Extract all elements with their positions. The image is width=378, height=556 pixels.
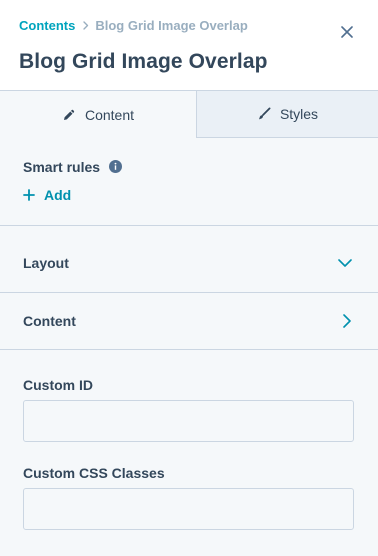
add-label: Add bbox=[44, 187, 72, 203]
tab-bar: Content Styles bbox=[0, 90, 378, 138]
page-title: Blog Grid Image Overlap bbox=[19, 50, 268, 73]
smart-rules-label: Smart rules bbox=[23, 159, 101, 175]
layout-section-toggle[interactable]: Layout bbox=[0, 235, 378, 291]
add-smart-rule-button[interactable]: Add bbox=[23, 186, 71, 204]
panel-header: Contents Blog Grid Image Overlap Blog Gr… bbox=[0, 0, 378, 90]
tab-content[interactable]: Content bbox=[0, 90, 197, 138]
custom-css-input[interactable] bbox=[23, 488, 354, 530]
tab-content-label: Content bbox=[84, 106, 135, 123]
chevron-down-icon bbox=[337, 255, 353, 271]
breadcrumb: Contents Blog Grid Image Overlap bbox=[19, 17, 248, 33]
brush-icon bbox=[257, 107, 271, 121]
info-icon[interactable] bbox=[109, 160, 122, 173]
custom-id-label: Custom ID bbox=[23, 377, 93, 393]
layout-section-label: Layout bbox=[23, 255, 69, 271]
breadcrumb-current: Blog Grid Image Overlap bbox=[95, 17, 248, 33]
chevron-right-icon bbox=[83, 20, 89, 30]
custom-css-label: Custom CSS Classes bbox=[23, 465, 165, 481]
pencil-icon bbox=[62, 108, 76, 122]
close-icon bbox=[341, 26, 353, 38]
close-button[interactable] bbox=[338, 23, 356, 41]
chevron-right-icon bbox=[339, 313, 355, 329]
divider bbox=[0, 225, 378, 226]
plus-icon bbox=[23, 189, 35, 201]
tab-styles-label: Styles bbox=[279, 106, 319, 122]
content-section-label: Content bbox=[23, 313, 76, 329]
divider bbox=[0, 349, 378, 350]
content-section-toggle[interactable]: Content bbox=[0, 293, 378, 349]
sidebar-panel: Contents Blog Grid Image Overlap Blog Gr… bbox=[0, 0, 378, 556]
custom-id-input[interactable] bbox=[23, 400, 354, 442]
tab-styles[interactable]: Styles bbox=[197, 90, 378, 138]
breadcrumb-contents-link[interactable]: Contents bbox=[19, 18, 75, 33]
